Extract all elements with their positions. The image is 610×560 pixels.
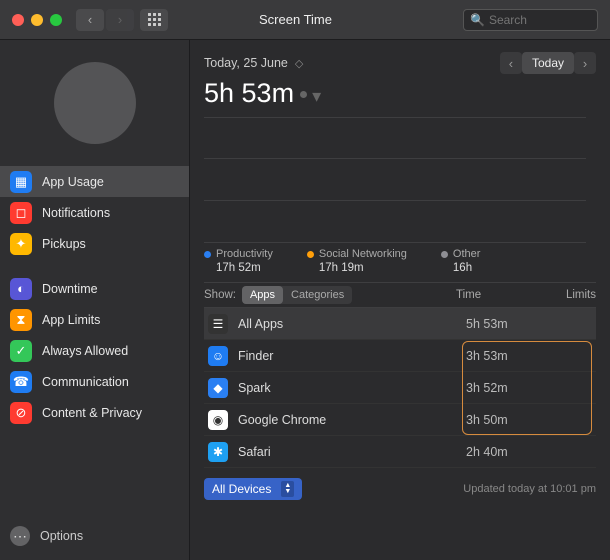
- app-icon: ☰: [208, 314, 228, 334]
- date-label[interactable]: Today, 25 June ◇: [204, 56, 303, 70]
- sidebar-icon: ⧗: [10, 309, 32, 331]
- legend-productivity: Productivity17h 52m: [204, 248, 273, 274]
- app-icon: ◆: [208, 378, 228, 398]
- sidebar-icon: ☎: [10, 371, 32, 393]
- sidebar-item-content-&-privacy[interactable]: ⊘Content & Privacy: [0, 397, 189, 428]
- app-icon: ✱: [208, 442, 228, 462]
- usage-chart: [204, 117, 596, 242]
- forward-button: ›: [106, 9, 134, 31]
- sidebar-item-app-usage[interactable]: ▦App Usage: [0, 166, 189, 197]
- app-icon: ☺: [208, 346, 228, 366]
- table-row[interactable]: ◉Google Chrome3h 50m: [204, 404, 596, 436]
- today-button[interactable]: Today: [522, 52, 574, 74]
- sidebar-item-downtime[interactable]: ◐Downtime: [0, 273, 189, 304]
- sidebar-item-pickups[interactable]: ✦Pickups: [0, 228, 189, 259]
- table-row[interactable]: ✱Safari2h 40m: [204, 436, 596, 468]
- legend-social-networking: Social Networking17h 19m: [307, 248, 407, 274]
- minimize-window[interactable]: [31, 14, 43, 26]
- sidebar-item-app-limits[interactable]: ⧗App Limits: [0, 304, 189, 335]
- sidebar-icon: ✦: [10, 233, 32, 255]
- devices-dropdown[interactable]: All Devices ▲▼: [204, 478, 302, 500]
- close-window[interactable]: [12, 14, 24, 26]
- legend-other: Other16h: [441, 248, 481, 274]
- window-title: Screen Time: [128, 12, 463, 27]
- sidebar-icon: ◻: [10, 202, 32, 224]
- table-row[interactable]: ☺Finder3h 53m: [204, 340, 596, 372]
- options-button[interactable]: ⋯ Options: [0, 512, 189, 560]
- sidebar-icon: ⊘: [10, 402, 32, 424]
- sidebar-icon: ✓: [10, 340, 32, 362]
- updated-label: Updated today at 10:01 pm: [463, 483, 596, 495]
- table-row[interactable]: ◆Spark3h 52m: [204, 372, 596, 404]
- search-field[interactable]: 🔍: [463, 9, 598, 31]
- sidebar-item-always-allowed[interactable]: ✓Always Allowed: [0, 335, 189, 366]
- sidebar-icon: ▦: [10, 171, 32, 193]
- table-row[interactable]: ☰All Apps5h 53m: [204, 308, 596, 340]
- search-input[interactable]: [489, 13, 591, 27]
- search-icon: 🔍: [470, 13, 485, 27]
- seg-apps[interactable]: Apps: [242, 286, 283, 304]
- seg-categories[interactable]: Categories: [283, 286, 352, 304]
- options-icon: ⋯: [10, 526, 30, 546]
- sidebar-icon: ◐: [10, 278, 32, 300]
- app-icon: ◉: [208, 410, 228, 430]
- maximize-window[interactable]: [50, 14, 62, 26]
- sidebar-item-notifications[interactable]: ◻Notifications: [0, 197, 189, 228]
- avatar[interactable]: [54, 62, 136, 144]
- next-day[interactable]: ›: [574, 52, 596, 74]
- sidebar-item-communication[interactable]: ☎Communication: [0, 366, 189, 397]
- show-segmented[interactable]: Apps Categories: [242, 286, 352, 304]
- prev-day[interactable]: ‹: [500, 52, 522, 74]
- back-button[interactable]: ‹: [76, 9, 104, 31]
- total-time: 5h 53m ▾: [204, 78, 596, 109]
